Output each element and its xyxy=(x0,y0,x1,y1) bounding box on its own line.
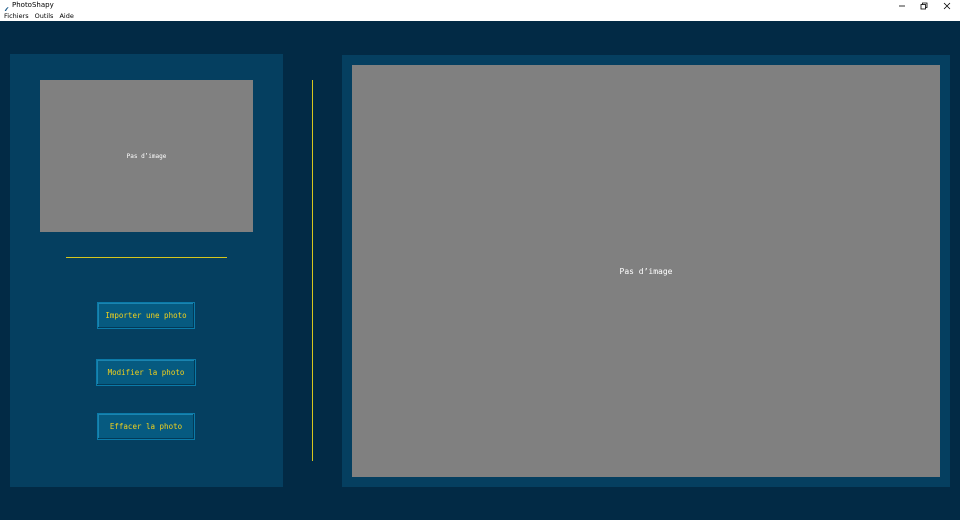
restore-button[interactable] xyxy=(913,0,935,11)
window-title: PhotoShapy xyxy=(12,1,54,9)
canvas-placeholder-text: Pas d’image xyxy=(619,266,673,276)
minimize-button[interactable] xyxy=(891,0,913,11)
thumbnail-preview: Pas d’image xyxy=(40,80,253,232)
menu-fichiers[interactable]: Fichiers xyxy=(0,11,32,21)
menu-outils[interactable]: Outils xyxy=(32,11,57,21)
feather-icon xyxy=(3,1,9,16)
close-button[interactable] xyxy=(936,0,958,11)
modify-photo-button[interactable]: Modifier la photo xyxy=(96,359,196,386)
title-bar: PhotoShapy xyxy=(0,0,960,16)
restore-icon xyxy=(920,2,928,9)
close-icon xyxy=(943,2,951,9)
image-canvas: Pas d’image xyxy=(352,65,940,477)
vertical-separator xyxy=(312,80,313,461)
menu-aide[interactable]: Aide xyxy=(56,11,76,21)
import-photo-button[interactable]: Importer une photo xyxy=(97,302,195,329)
minimize-icon xyxy=(899,5,905,6)
horizontal-separator xyxy=(66,257,227,258)
menu-bar: Fichiers Outils Aide xyxy=(0,11,960,21)
clear-photo-button[interactable]: Effacer la photo xyxy=(97,413,195,440)
thumbnail-placeholder-text: Pas d’image xyxy=(126,152,167,160)
